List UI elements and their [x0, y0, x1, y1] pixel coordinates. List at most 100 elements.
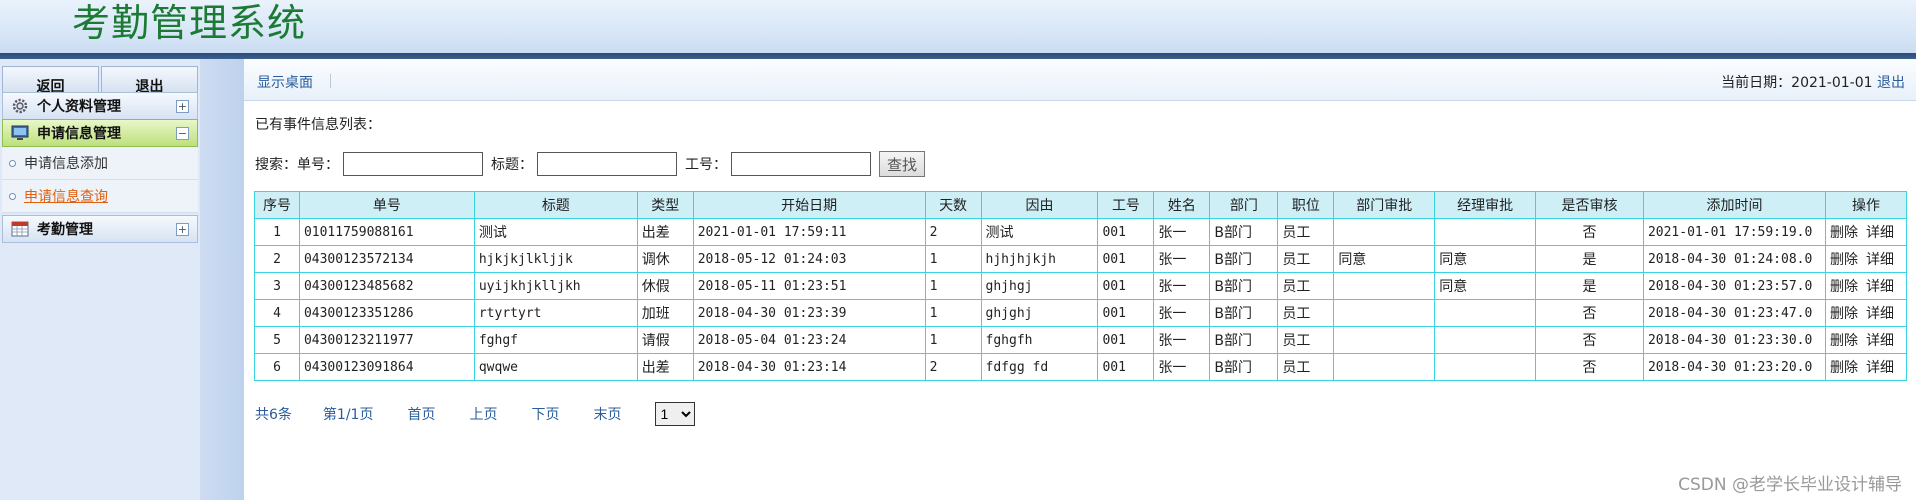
order-number: 04300123351286	[298, 299, 475, 327]
position: 员工	[1277, 299, 1335, 327]
order-number: 04300123572134	[298, 245, 475, 273]
worker-name: 张一	[1153, 272, 1211, 300]
added-time: 2021-01-01 17:59:19.0	[1642, 218, 1827, 246]
column-header: 经理审批	[1434, 191, 1537, 219]
event-title: uyijkhjklljkh	[473, 272, 638, 300]
department: B部门	[1209, 245, 1279, 273]
event-title: hjkjkjlkljjk	[473, 245, 638, 273]
start-date: 2018-05-12 01:24:03	[692, 245, 926, 273]
column-header: 序号	[254, 191, 300, 219]
days: 2	[924, 353, 982, 381]
sidebar-panel: 返回 退出 个人资料管理 + 申请信息管理 − 申请信息添加 申请信息查询 考勤…	[0, 59, 200, 500]
added-time: 2018-04-30 01:23:47.0	[1642, 299, 1827, 327]
reviewed-status: 否	[1535, 326, 1644, 354]
row-index: 3	[254, 272, 300, 300]
order-number: 04300123485682	[298, 272, 475, 300]
reviewed-status: 否	[1535, 353, 1644, 381]
search-bar: 搜索： 单号： 标题： 工号： 查找	[255, 150, 926, 178]
collapse-icon[interactable]: −	[176, 126, 189, 140]
column-header: 是否审核	[1535, 191, 1644, 219]
date-value: 2021-01-01	[1791, 75, 1873, 91]
prev-page-link[interactable]: 上页	[469, 404, 497, 424]
reviewed-status: 否	[1535, 299, 1644, 327]
worker-id-input[interactable]	[731, 152, 871, 176]
dept-approval	[1333, 326, 1436, 354]
submenu-add-application[interactable]: 申请信息添加	[2, 147, 198, 180]
worker-name: 张一	[1153, 326, 1211, 354]
worker-id-label: 工号：	[685, 157, 727, 173]
menu-attendance-management[interactable]: 考勤管理 +	[2, 215, 198, 243]
menu-label: 考勤管理	[37, 222, 93, 238]
column-header: 工号	[1097, 191, 1155, 219]
page-indicator: 第1/1页	[322, 407, 374, 423]
content-topbar: 显示桌面 当前日期：2021-01-01 退出	[244, 59, 1916, 101]
detail-link[interactable]: 详细	[1866, 333, 1894, 349]
row-actions: 删除 详细	[1825, 326, 1907, 354]
delete-link[interactable]: 删除	[1830, 252, 1858, 268]
next-page-link[interactable]: 下页	[531, 404, 559, 424]
worker-name: 张一	[1153, 299, 1211, 327]
table-row: 5 04300123211977 fghgf 请假 2018-05-04 01:…	[254, 326, 1907, 354]
delete-link[interactable]: 删除	[1830, 306, 1858, 322]
days: 2	[924, 218, 982, 246]
start-date: 2018-04-30 01:23:39	[692, 299, 926, 327]
added-time: 2018-04-30 01:23:57.0	[1642, 272, 1827, 300]
delete-link[interactable]: 删除	[1830, 225, 1858, 241]
reason: ghjhgj	[980, 272, 1099, 300]
event-type: 请假	[636, 326, 694, 354]
detail-link[interactable]: 详细	[1866, 252, 1894, 268]
expand-icon[interactable]: +	[176, 222, 189, 236]
days: 1	[924, 245, 982, 273]
show-desktop-link[interactable]: 显示桌面	[257, 72, 313, 92]
days: 1	[924, 299, 982, 327]
delete-link[interactable]: 删除	[1830, 360, 1858, 376]
event-title: qwqwe	[473, 353, 638, 381]
column-header: 单号	[298, 191, 475, 219]
bullet-icon	[9, 192, 16, 200]
manager-approval	[1434, 299, 1537, 327]
worker-id: 001	[1097, 218, 1155, 246]
position: 员工	[1277, 326, 1335, 354]
calendar-icon	[9, 219, 31, 239]
dept-approval	[1333, 272, 1436, 300]
order-number-input[interactable]	[343, 152, 483, 176]
sidebar-divider-strip	[200, 59, 244, 500]
row-actions: 删除 详细	[1825, 218, 1907, 246]
days: 1	[924, 272, 982, 300]
detail-link[interactable]: 详细	[1866, 306, 1894, 322]
menu-application-management[interactable]: 申请信息管理 −	[2, 119, 198, 147]
start-date: 2018-05-04 01:23:24	[692, 326, 926, 354]
detail-link[interactable]: 详细	[1866, 225, 1894, 241]
added-time: 2018-04-30 01:23:20.0	[1642, 353, 1827, 381]
first-page-link[interactable]: 首页	[407, 404, 435, 424]
detail-link[interactable]: 详细	[1866, 279, 1894, 295]
search-prefix: 搜索：	[255, 157, 297, 173]
total-count: 共6条	[255, 407, 292, 423]
logout-link[interactable]: 退出	[1877, 75, 1905, 91]
last-page-link[interactable]: 末页	[593, 404, 621, 424]
watermark: CSDN @老学长毕业设计辅导	[1678, 475, 1902, 495]
monitor-icon	[9, 123, 31, 143]
delete-link[interactable]: 删除	[1830, 279, 1858, 295]
detail-link[interactable]: 详细	[1866, 360, 1894, 376]
row-actions: 删除 详细	[1825, 272, 1907, 300]
column-header: 天数	[924, 191, 982, 219]
column-header: 标题	[473, 191, 638, 219]
dept-approval	[1333, 218, 1436, 246]
expand-icon[interactable]: +	[176, 99, 189, 113]
title-input[interactable]	[537, 152, 677, 176]
row-actions: 删除 详细	[1825, 299, 1907, 327]
menu-personal-profile[interactable]: 个人资料管理 +	[2, 92, 198, 120]
sidebar: 返回 退出 个人资料管理 + 申请信息管理 − 申请信息添加 申请信息查询 考勤…	[0, 59, 244, 500]
delete-link[interactable]: 删除	[1830, 333, 1858, 349]
search-button[interactable]: 查找	[879, 151, 926, 177]
row-index: 5	[254, 326, 300, 354]
page-select[interactable]: 1	[655, 402, 696, 426]
row-index: 6	[254, 353, 300, 381]
reason: fghgfh	[980, 326, 1099, 354]
submenu-query-application[interactable]: 申请信息查询	[2, 180, 198, 213]
event-title: rtyrtyrt	[473, 299, 638, 327]
reviewed-status: 是	[1535, 245, 1644, 273]
column-header: 操作	[1825, 191, 1907, 219]
current-date: 当前日期：2021-01-01 退出	[1721, 72, 1905, 92]
